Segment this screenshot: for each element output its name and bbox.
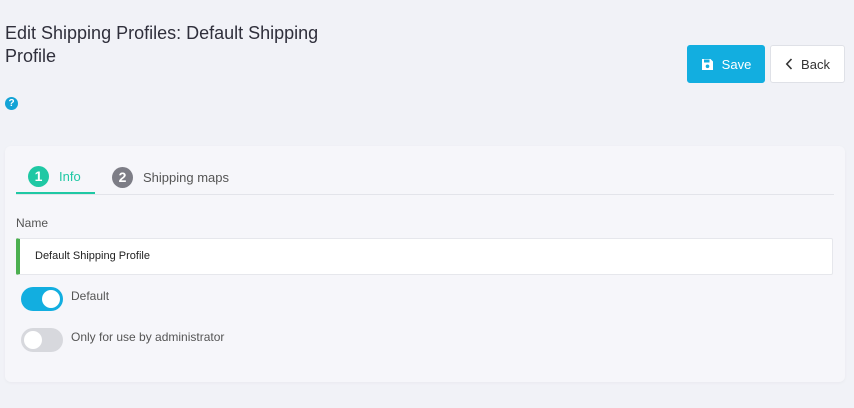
tab-bar: 1 Info 2 Shipping maps: [16, 160, 834, 195]
chevron-left-icon: [785, 58, 793, 70]
tab-shipping-maps[interactable]: 2 Shipping maps: [112, 160, 229, 194]
back-button-label: Back: [801, 56, 830, 72]
save-button[interactable]: Save: [687, 45, 765, 83]
step-number-badge: 1: [28, 165, 49, 187]
page-title: Edit Shipping Profiles: Default Shipping…: [5, 23, 319, 66]
tab-info[interactable]: 1 Info: [16, 160, 95, 194]
admin-only-toggle-label: Only for use by administrator: [71, 330, 225, 344]
profile-form-card: 1 Info 2 Shipping maps Name Default Ship…: [5, 146, 845, 382]
name-input[interactable]: Default Shipping Profile: [16, 238, 833, 275]
question-circle-icon[interactable]: ?: [5, 97, 18, 110]
admin-only-toggle[interactable]: [21, 328, 63, 352]
admin-only-toggle-row: Only for use by administrator: [21, 328, 224, 352]
save-button-label: Save: [721, 56, 752, 72]
tab-info-label: Info: [59, 168, 81, 184]
default-toggle[interactable]: [21, 287, 63, 311]
back-button[interactable]: Back: [770, 45, 845, 83]
name-field-label: Name: [16, 216, 49, 230]
floppy-disk-icon: [701, 58, 714, 71]
default-toggle-row: Default: [21, 287, 109, 311]
toggle-knob: [42, 290, 60, 308]
tab-shipping-maps-label: Shipping maps: [143, 169, 229, 185]
default-toggle-label: Default: [71, 289, 110, 303]
toggle-knob: [24, 331, 42, 349]
step-number-badge: 2: [112, 166, 133, 188]
